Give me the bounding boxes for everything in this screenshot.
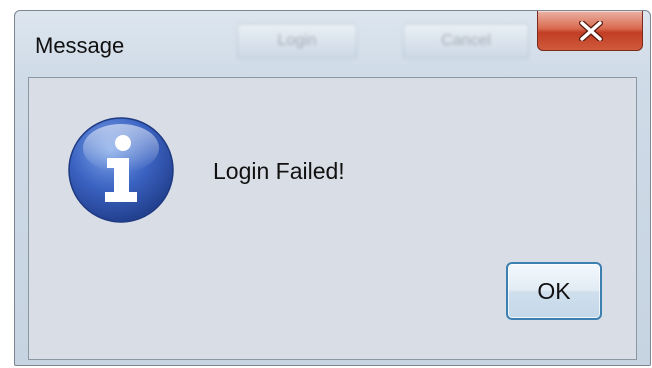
title-bar[interactable]: Message Login Cancel [15,11,650,77]
dialog-content: Login Failed! OK [28,77,637,360]
close-button[interactable] [537,11,643,51]
dialog-title: Message [35,33,125,58]
background-cancel-button: Cancel [403,23,529,59]
close-icon [579,21,603,41]
ok-button[interactable]: OK [506,262,602,320]
background-login-button: Login [237,23,357,59]
message-dialog: Message Login Cancel Login Failed! OK [14,10,651,366]
info-icon [68,117,174,223]
message-text: Login Failed! [213,158,345,184]
